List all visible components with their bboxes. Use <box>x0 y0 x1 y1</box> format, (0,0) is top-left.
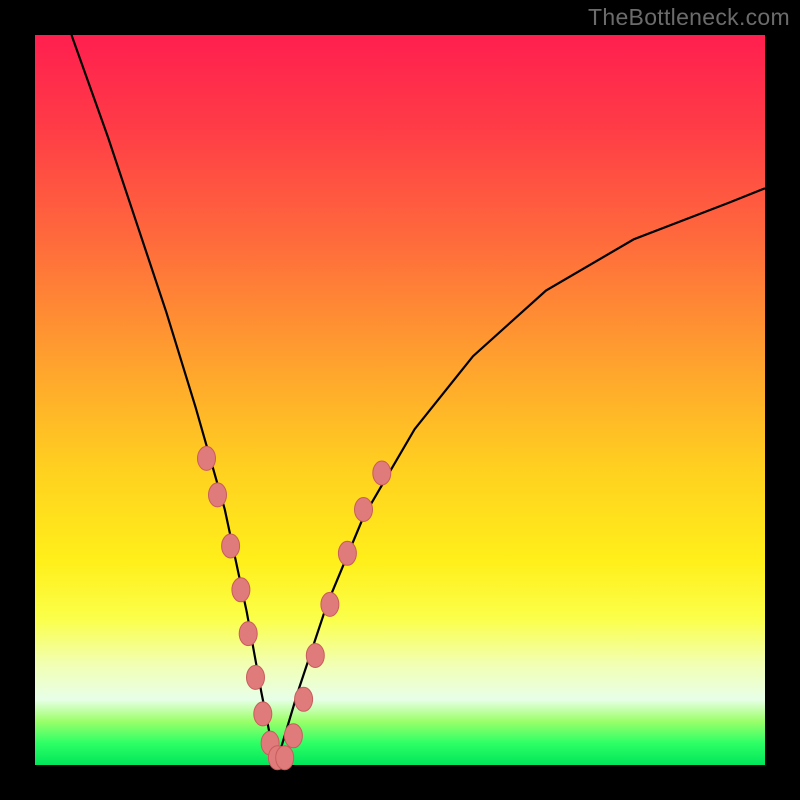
right-curve <box>276 188 765 765</box>
bead <box>198 446 216 470</box>
beads-left <box>198 446 287 769</box>
bead <box>254 702 272 726</box>
bead <box>276 746 294 770</box>
bead <box>222 534 240 558</box>
left-curve <box>72 35 276 765</box>
bead <box>247 665 265 689</box>
bead <box>284 724 302 748</box>
bead <box>306 644 324 668</box>
plot-area <box>35 35 765 765</box>
bead <box>338 541 356 565</box>
bead <box>295 687 313 711</box>
chart-frame: TheBottleneck.com <box>0 0 800 800</box>
bead <box>232 578 250 602</box>
curves-svg <box>35 35 765 765</box>
bead <box>239 622 257 646</box>
bead <box>355 498 373 522</box>
bead <box>321 592 339 616</box>
watermark-text: TheBottleneck.com <box>588 4 790 31</box>
bead <box>373 461 391 485</box>
beads-right <box>276 461 391 770</box>
bead <box>209 483 227 507</box>
